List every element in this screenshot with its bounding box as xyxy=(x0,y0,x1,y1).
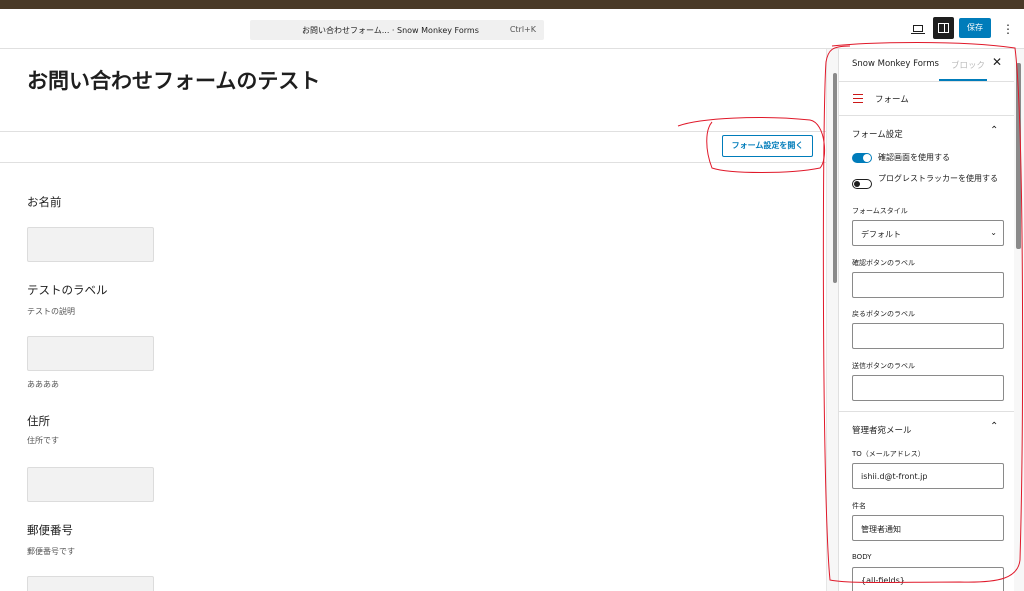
form-block-label: フォーム xyxy=(875,95,909,105)
save-button[interactable]: 保存 xyxy=(959,18,991,38)
divider xyxy=(839,81,1014,82)
form-block-icon xyxy=(853,94,863,104)
editor-header: お問い合わせフォーム... · Snow Monkey Forms Ctrl+K… xyxy=(0,9,1024,49)
command-shortcut: Ctrl+K xyxy=(509,25,536,34)
form-style-select[interactable]: デフォルト ⌄ xyxy=(852,220,1004,246)
body-textarea[interactable]: {all-fields} xyxy=(852,567,1004,591)
to-email-input[interactable]: ishii.d@t-front.jp xyxy=(852,463,1004,489)
test-label-input[interactable] xyxy=(27,336,154,371)
field-description: 住所です xyxy=(27,436,59,445)
divider xyxy=(0,162,826,163)
toggle-label: 確認画面を使用する xyxy=(878,153,950,162)
send-button-label: 送信ボタンのラベル xyxy=(852,362,915,370)
input-value: ishii.d@t-front.jp xyxy=(861,472,928,481)
admin-mail-panel-title[interactable]: 管理者宛メール xyxy=(852,424,912,436)
field-label: 郵便番号 xyxy=(27,523,73,537)
chevron-up-icon[interactable]: ⌃ xyxy=(990,125,998,136)
chevron-down-icon: ⌄ xyxy=(990,228,997,237)
editor-scrollbar[interactable] xyxy=(826,49,838,591)
sidebar-toggle-icon[interactable] xyxy=(933,17,954,39)
open-form-settings-button[interactable]: フォーム設定を開く xyxy=(722,135,813,157)
field-note: ああああ xyxy=(27,380,59,389)
back-button-input[interactable] xyxy=(852,323,1004,349)
field-description: 郵便番号です xyxy=(27,547,75,556)
editor-canvas: お問い合わせフォームのテスト フォーム設定を開く お名前 テストのラベル テスト… xyxy=(0,49,826,591)
input-value: {all-fields} xyxy=(861,576,905,585)
address-input[interactable] xyxy=(27,467,154,502)
subject-label: 件名 xyxy=(852,502,866,510)
divider xyxy=(0,131,826,132)
command-title: お問い合わせフォーム... · Snow Monkey Forms xyxy=(302,26,479,35)
divider xyxy=(839,115,1014,116)
field-label: お名前 xyxy=(27,195,62,209)
top-strip xyxy=(0,0,1024,9)
close-icon[interactable]: ✕ xyxy=(992,55,1002,69)
body-label: BODY xyxy=(852,553,872,561)
settings-sidebar: Snow Monkey Forms ブロック ✕ フォーム フォーム設定 ⌃ 確… xyxy=(838,49,1014,591)
confirm-button-input[interactable] xyxy=(852,272,1004,298)
command-palette-button[interactable]: お問い合わせフォーム... · Snow Monkey Forms Ctrl+K xyxy=(250,20,544,40)
toggle-label: プログレストラッカーを使用する xyxy=(878,174,998,183)
progress-tracker-toggle[interactable] xyxy=(852,179,872,189)
divider xyxy=(839,411,1014,412)
send-button-input[interactable] xyxy=(852,375,1004,401)
tab-snow-monkey-forms[interactable]: Snow Monkey Forms xyxy=(852,59,939,69)
view-desktop-icon[interactable] xyxy=(909,20,927,38)
chevron-up-icon[interactable]: ⌃ xyxy=(990,421,998,432)
select-value: デフォルト xyxy=(861,230,901,239)
tab-block[interactable]: ブロック xyxy=(951,59,985,71)
field-label: テストのラベル xyxy=(27,283,108,297)
more-options-icon[interactable]: ⋮ xyxy=(1002,21,1014,37)
to-label: TO（メールアドレス） xyxy=(852,450,925,458)
field-label: 住所 xyxy=(27,414,50,428)
name-input[interactable] xyxy=(27,227,154,262)
input-value: 管理者通知 xyxy=(861,525,901,534)
page-title[interactable]: お問い合わせフォームのテスト xyxy=(27,65,320,95)
form-style-label: フォームスタイル xyxy=(852,207,908,215)
field-description: テストの説明 xyxy=(27,307,75,316)
sidebar-scrollbar[interactable] xyxy=(1014,49,1024,591)
confirm-screen-toggle[interactable] xyxy=(852,153,872,163)
form-settings-panel-title[interactable]: フォーム設定 xyxy=(852,128,903,140)
subject-input[interactable]: 管理者通知 xyxy=(852,515,1004,541)
confirm-button-label: 確認ボタンのラベル xyxy=(852,259,915,267)
back-button-label: 戻るボタンのラベル xyxy=(852,310,915,318)
postal-code-input[interactable] xyxy=(27,576,154,591)
